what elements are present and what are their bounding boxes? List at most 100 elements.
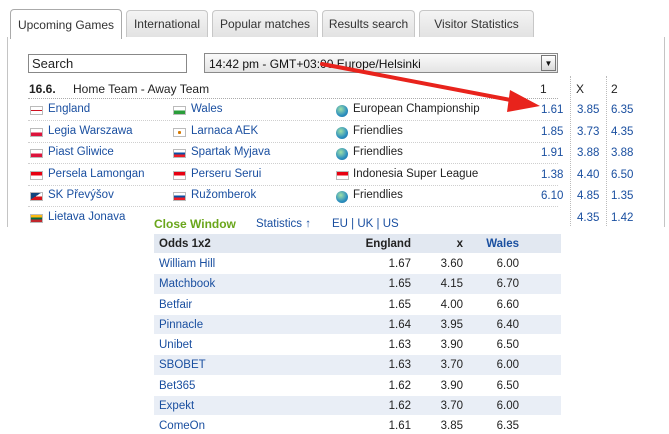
cyprus-flag-icon bbox=[173, 127, 186, 137]
home-team-link[interactable]: Persela Lamongan bbox=[48, 168, 145, 180]
odds-draw[interactable]: 4.85 bbox=[577, 190, 599, 202]
indonesia-flag-icon bbox=[30, 170, 43, 180]
bookmaker-odds-home: 1.63 bbox=[388, 359, 411, 372]
bookmaker-odds-away: 6.60 bbox=[496, 298, 519, 311]
league-name: Friendlies bbox=[353, 124, 403, 137]
bookmaker-odds-away: 6.00 bbox=[496, 258, 519, 270]
match-row[interactable]: Persela Lamongan Perseru Serui Indonesia S… bbox=[0, 165, 669, 186]
bookmaker-row: Betfair 1.65 4.00 6.60 bbox=[154, 295, 561, 315]
odds-away[interactable]: 6.50 bbox=[611, 169, 633, 181]
home-team-link[interactable]: SK Převýšov bbox=[48, 189, 114, 201]
away-team-link[interactable]: Larnaca AEK bbox=[191, 125, 258, 137]
bookmaker-link[interactable]: SBOBET bbox=[159, 359, 206, 371]
odds-table-header: Odds 1x2 England x Wales bbox=[154, 234, 561, 254]
odds-popup: Close Window Statistics ↑ EU | UK | US O… bbox=[148, 212, 563, 434]
tab-popular-matches[interactable]: Popular matches bbox=[212, 10, 318, 37]
poland-flag-icon bbox=[30, 149, 43, 158]
odds-draw[interactable]: 4.40 bbox=[577, 169, 599, 181]
bookmaker-odds-home: 1.61 bbox=[388, 420, 411, 433]
bookmaker-odds-away: 6.00 bbox=[496, 359, 519, 372]
bookmaker-odds-draw: 3.85 bbox=[440, 420, 463, 433]
bookmaker-link[interactable]: Expekt bbox=[159, 400, 194, 412]
indonesia-flag-icon bbox=[336, 170, 349, 180]
timezone-select[interactable]: 14:42 pm - GMT+03:00 Europe/Helsinki ▼ bbox=[204, 53, 558, 73]
region-links[interactable]: EU | UK | US bbox=[332, 218, 399, 230]
bookmaker-row: Expekt 1.62 3.70 6.00 bbox=[154, 396, 561, 417]
tab-visitor-statistics[interactable]: Visitor Statistics bbox=[419, 10, 534, 37]
match-row[interactable]: Piast Gliwice Spartak Myjava Friendlies 1.9… bbox=[0, 143, 669, 164]
bookmaker-row: Pinnacle 1.64 3.95 6.40 bbox=[154, 314, 561, 336]
bookmaker-row: SBOBET 1.63 3.70 6.00 bbox=[154, 355, 561, 376]
popup-toolbar: Close Window Statistics ↑ EU | UK | US bbox=[148, 212, 563, 234]
odds-draw[interactable]: 3.88 bbox=[577, 147, 599, 159]
odds-home[interactable]: 1.61 bbox=[541, 104, 563, 116]
bookmaker-link[interactable]: Bet365 bbox=[159, 380, 195, 392]
col-header-1: 1 bbox=[540, 82, 547, 96]
bookmaker-odds-draw: 4.00 bbox=[440, 298, 463, 311]
poland-flag-icon bbox=[30, 127, 43, 137]
bookmaker-odds-draw: 3.70 bbox=[440, 359, 463, 372]
bookmaker-link[interactable]: ComeOn bbox=[159, 420, 205, 432]
odds-away[interactable]: 4.35 bbox=[611, 126, 633, 138]
away-team-link[interactable]: Perseru Serui bbox=[191, 168, 261, 180]
odds-away[interactable]: 1.42 bbox=[611, 212, 633, 224]
bookmaker-link[interactable]: Matchbook bbox=[159, 278, 215, 290]
match-row[interactable]: England Wales European Championship 1.61 3.8… bbox=[0, 100, 669, 121]
bookmaker-odds-home: 1.64 bbox=[388, 318, 411, 331]
timezone-value: 14:42 pm - GMT+03:00 Europe/Helsinki bbox=[209, 57, 421, 71]
odds-away[interactable]: 3.88 bbox=[611, 147, 633, 159]
czech-flag-icon bbox=[30, 192, 43, 201]
globe-icon bbox=[336, 105, 348, 117]
match-row[interactable]: Legia Warszawa Larnaca AEK Friendlies 1.85 3… bbox=[0, 122, 669, 143]
tab-results-search[interactable]: Results search bbox=[322, 10, 415, 37]
search-input[interactable] bbox=[28, 54, 187, 73]
chevron-down-icon[interactable]: ▼ bbox=[541, 55, 556, 71]
teams-header: Home Team - Away Team bbox=[73, 82, 210, 96]
bookmaker-odds-draw: 3.60 bbox=[440, 258, 463, 270]
league-name: Friendlies bbox=[353, 189, 403, 201]
odds-away[interactable]: 1.35 bbox=[611, 190, 633, 202]
bookmaker-odds-away: 6.50 bbox=[496, 379, 519, 392]
away-team-link[interactable]: Ružomberok bbox=[191, 189, 256, 201]
bookmaker-row: Unibet 1.63 3.90 6.50 bbox=[154, 335, 561, 356]
bookmaker-odds-away: 6.50 bbox=[496, 339, 519, 352]
odds-draw[interactable]: 3.73 bbox=[577, 126, 599, 138]
tab-upcoming-games[interactable]: Upcoming Games bbox=[10, 9, 122, 39]
bookmaker-link[interactable]: Pinnacle bbox=[159, 319, 203, 331]
home-team-link[interactable]: Piast Gliwice bbox=[48, 146, 114, 158]
home-team-link[interactable]: Legia Warszawa bbox=[48, 125, 133, 137]
odds-header-draw: x bbox=[456, 238, 463, 250]
odds-draw[interactable]: 4.35 bbox=[577, 212, 599, 224]
bookmaker-odds-away: 6.70 bbox=[496, 278, 519, 291]
lithuania-flag-icon bbox=[30, 213, 43, 223]
match-row[interactable]: SK Převýšov Ružomberok Friendlies 6.10 4.85 1… bbox=[0, 186, 669, 207]
bookmaker-link[interactable]: Betfair bbox=[159, 299, 192, 311]
odds-header-home: England bbox=[365, 238, 411, 250]
odds-header-away[interactable]: Wales bbox=[486, 238, 519, 250]
close-window-link[interactable]: Close Window bbox=[154, 217, 236, 231]
statistics-link[interactable]: Statistics ↑ bbox=[256, 218, 311, 230]
match-date: 16.6. bbox=[29, 82, 56, 96]
away-team-link[interactable]: Wales bbox=[191, 103, 223, 115]
bookmaker-odds-home: 1.63 bbox=[388, 339, 411, 352]
league-name: Friendlies bbox=[353, 146, 403, 158]
odds-away[interactable]: 6.35 bbox=[611, 104, 633, 116]
odds-home[interactable]: 1.85 bbox=[541, 126, 563, 138]
home-team-link[interactable]: England bbox=[48, 103, 90, 115]
odds-home[interactable]: 1.38 bbox=[541, 169, 563, 181]
col-header-2: 2 bbox=[611, 82, 618, 96]
england-flag-icon bbox=[30, 106, 43, 115]
wales-flag-icon bbox=[173, 106, 186, 115]
bookmaker-odds-away: 6.40 bbox=[496, 318, 519, 331]
bookmaker-link[interactable]: William Hill bbox=[159, 258, 215, 270]
home-team-link[interactable]: Lietava Jonava bbox=[48, 211, 125, 223]
globe-icon bbox=[336, 191, 348, 203]
odds-home[interactable]: 6.10 bbox=[541, 190, 563, 202]
bookmaker-odds-draw: 3.90 bbox=[440, 379, 463, 392]
bookmaker-odds-draw: 3.70 bbox=[440, 400, 463, 413]
tab-international[interactable]: International bbox=[126, 10, 208, 37]
odds-draw[interactable]: 3.85 bbox=[577, 104, 599, 116]
bookmaker-link[interactable]: Unibet bbox=[159, 339, 192, 351]
away-team-link[interactable]: Spartak Myjava bbox=[191, 146, 270, 158]
odds-home[interactable]: 1.91 bbox=[541, 147, 563, 159]
